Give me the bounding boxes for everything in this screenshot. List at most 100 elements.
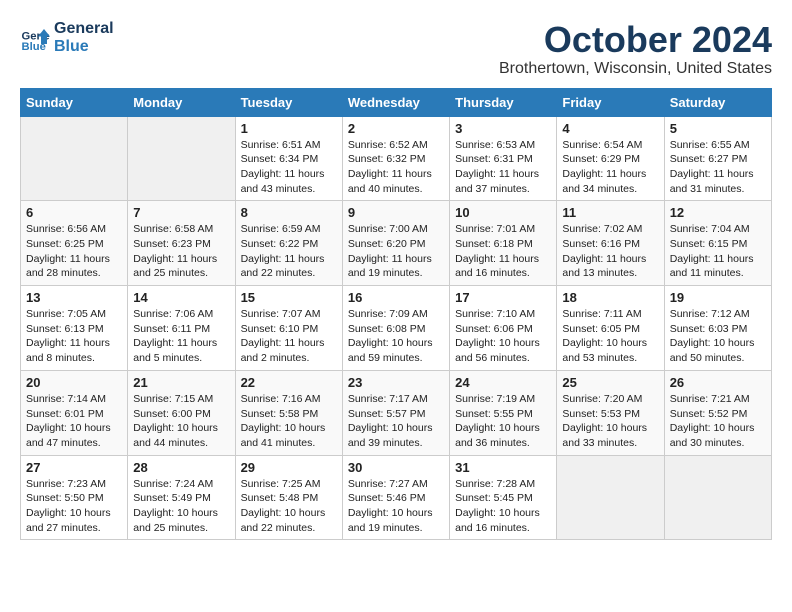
sunset-text: Sunset: 5:55 PM (455, 407, 551, 422)
sunrise-text: Sunrise: 6:56 AM (26, 222, 122, 237)
daylight-text: Daylight: 10 hours and 27 minutes. (26, 506, 122, 535)
header-tuesday: Tuesday (235, 88, 342, 116)
day-number: 20 (26, 375, 122, 390)
sunset-text: Sunset: 5:53 PM (562, 407, 658, 422)
calendar-cell: 14Sunrise: 7:06 AMSunset: 6:11 PMDayligh… (128, 286, 235, 371)
sunset-text: Sunset: 6:20 PM (348, 237, 444, 252)
calendar-cell: 24 Sunrise: 7:19 AMSunset: 5:55 PMDayligh… (450, 370, 557, 455)
sunrise-text: Sunrise: 7:10 AM (455, 307, 551, 322)
day-number: 2 (348, 121, 444, 136)
sunrise-text: Sunrise: 7:07 AM (241, 307, 337, 322)
sunset-text: Sunset: 5:46 PM (348, 491, 444, 506)
calendar-cell: 26Sunrise: 7:21 AMSunset: 5:52 PMDayligh… (664, 370, 771, 455)
sunset-text: Sunset: 6:34 PM (241, 152, 337, 167)
sunrise-text: Sunrise: 6:58 AM (133, 222, 229, 237)
calendar-header-row: SundayMondayTuesdayWednesdayThursdayFrid… (21, 88, 772, 116)
calendar-cell: 21Sunrise: 7:15 AMSunset: 6:00 PMDayligh… (128, 370, 235, 455)
calendar-cell: 4Sunrise: 6:54 AMSunset: 6:29 PMDaylight… (557, 116, 664, 201)
day-number: 24 (455, 375, 551, 390)
daylight-text: Daylight: 10 hours and 19 minutes. (348, 506, 444, 535)
daylight-text: Daylight: 10 hours and 41 minutes. (241, 421, 337, 450)
header-wednesday: Wednesday (342, 88, 449, 116)
daylight-text: Daylight: 10 hours and 44 minutes. (133, 421, 229, 450)
month-title: October 2024 (499, 20, 772, 60)
sunrise-text: Sunrise: 7:06 AM (133, 307, 229, 322)
day-info: Sunrise: 7:14 AMSunset: 6:01 PMDaylight:… (26, 392, 122, 451)
day-number: 23 (348, 375, 444, 390)
calendar-cell: 17Sunrise: 7:10 AMSunset: 6:06 PMDayligh… (450, 286, 557, 371)
calendar-cell: 18Sunrise: 7:11 AMSunset: 6:05 PMDayligh… (557, 286, 664, 371)
day-number: 5 (670, 121, 766, 136)
daylight-text: Daylight: 11 hours and 13 minutes. (562, 252, 658, 281)
calendar-cell: 30Sunrise: 7:27 AMSunset: 5:46 PMDayligh… (342, 455, 449, 540)
sunset-text: Sunset: 6:31 PM (455, 152, 551, 167)
sunset-text: Sunset: 6:05 PM (562, 322, 658, 337)
sunrise-text: Sunrise: 7:25 AM (241, 477, 337, 492)
sunrise-text: Sunrise: 7:23 AM (26, 477, 122, 492)
calendar-week-1: 1Sunrise: 6:51 AMSunset: 6:34 PMDaylight… (21, 116, 772, 201)
day-number: 7 (133, 205, 229, 220)
day-info: Sunrise: 6:52 AMSunset: 6:32 PMDaylight:… (348, 138, 444, 197)
sunrise-text: Sunrise: 7:01 AM (455, 222, 551, 237)
day-info: Sunrise: 7:19 AMSunset: 5:55 PMDaylight:… (455, 392, 551, 451)
day-info: Sunrise: 7:17 AMSunset: 5:57 PMDaylight:… (348, 392, 444, 451)
day-info: Sunrise: 7:00 AMSunset: 6:20 PMDaylight:… (348, 222, 444, 281)
sunrise-text: Sunrise: 7:17 AM (348, 392, 444, 407)
day-number: 31 (455, 460, 551, 475)
day-number: 17 (455, 290, 551, 305)
calendar-container: General Blue General Blue October 2024 B… (0, 0, 792, 550)
calendar-cell: 10Sunrise: 7:01 AMSunset: 6:18 PMDayligh… (450, 201, 557, 286)
daylight-text: Daylight: 10 hours and 47 minutes. (26, 421, 122, 450)
day-number: 13 (26, 290, 122, 305)
calendar-week-4: 20 Sunrise: 7:14 AMSunset: 6:01 PMDayligh… (21, 370, 772, 455)
calendar-week-2: 6Sunrise: 6:56 AMSunset: 6:25 PMDaylight… (21, 201, 772, 286)
sunset-text: Sunset: 6:08 PM (348, 322, 444, 337)
sunrise-text: Sunrise: 7:15 AM (133, 392, 229, 407)
daylight-text: Daylight: 11 hours and 37 minutes. (455, 167, 551, 196)
sunrise-text: Sunrise: 6:55 AM (670, 138, 766, 153)
calendar-cell: 28Sunrise: 7:24 AMSunset: 5:49 PMDayligh… (128, 455, 235, 540)
sunset-text: Sunset: 5:50 PM (26, 491, 122, 506)
day-number: 9 (348, 205, 444, 220)
day-info: Sunrise: 6:56 AMSunset: 6:25 PMDaylight:… (26, 222, 122, 281)
sunset-text: Sunset: 5:48 PM (241, 491, 337, 506)
calendar-cell: 3Sunrise: 6:53 AMSunset: 6:31 PMDaylight… (450, 116, 557, 201)
sunset-text: Sunset: 6:27 PM (670, 152, 766, 167)
logo-blue-text: Blue (54, 38, 114, 56)
sunrise-text: Sunrise: 7:20 AM (562, 392, 658, 407)
day-info: Sunrise: 7:05 AMSunset: 6:13 PMDaylight:… (26, 307, 122, 366)
daylight-text: Daylight: 10 hours and 59 minutes. (348, 336, 444, 365)
daylight-text: Daylight: 11 hours and 19 minutes. (348, 252, 444, 281)
day-number: 1 (241, 121, 337, 136)
day-number: 16 (348, 290, 444, 305)
daylight-text: Daylight: 11 hours and 34 minutes. (562, 167, 658, 196)
logo-general-text: General (54, 20, 114, 38)
logo: General Blue General Blue (20, 20, 114, 56)
sunset-text: Sunset: 6:11 PM (133, 322, 229, 337)
calendar-cell: 19Sunrise: 7:12 AMSunset: 6:03 PMDayligh… (664, 286, 771, 371)
day-info: Sunrise: 7:23 AMSunset: 5:50 PMDaylight:… (26, 477, 122, 536)
calendar-cell: 23 Sunrise: 7:17 AMSunset: 5:57 PMDayligh… (342, 370, 449, 455)
day-number: 28 (133, 460, 229, 475)
sunset-text: Sunset: 6:22 PM (241, 237, 337, 252)
day-info: Sunrise: 6:59 AMSunset: 6:22 PMDaylight:… (241, 222, 337, 281)
day-number: 19 (670, 290, 766, 305)
sunset-text: Sunset: 6:13 PM (26, 322, 122, 337)
daylight-text: Daylight: 10 hours and 56 minutes. (455, 336, 551, 365)
sunrise-text: Sunrise: 7:21 AM (670, 392, 766, 407)
header-friday: Friday (557, 88, 664, 116)
sunset-text: Sunset: 6:16 PM (562, 237, 658, 252)
sunrise-text: Sunrise: 6:51 AM (241, 138, 337, 153)
daylight-text: Daylight: 11 hours and 31 minutes. (670, 167, 766, 196)
calendar-cell: 13 Sunrise: 7:05 AMSunset: 6:13 PMDayligh… (21, 286, 128, 371)
header-saturday: Saturday (664, 88, 771, 116)
day-number: 3 (455, 121, 551, 136)
day-number: 30 (348, 460, 444, 475)
day-number: 22 (241, 375, 337, 390)
day-info: Sunrise: 6:54 AMSunset: 6:29 PMDaylight:… (562, 138, 658, 197)
location-text: Brothertown, Wisconsin, United States (499, 60, 772, 78)
header-thursday: Thursday (450, 88, 557, 116)
daylight-text: Daylight: 11 hours and 43 minutes. (241, 167, 337, 196)
sunrise-text: Sunrise: 7:09 AM (348, 307, 444, 322)
day-info: Sunrise: 6:55 AMSunset: 6:27 PMDaylight:… (670, 138, 766, 197)
